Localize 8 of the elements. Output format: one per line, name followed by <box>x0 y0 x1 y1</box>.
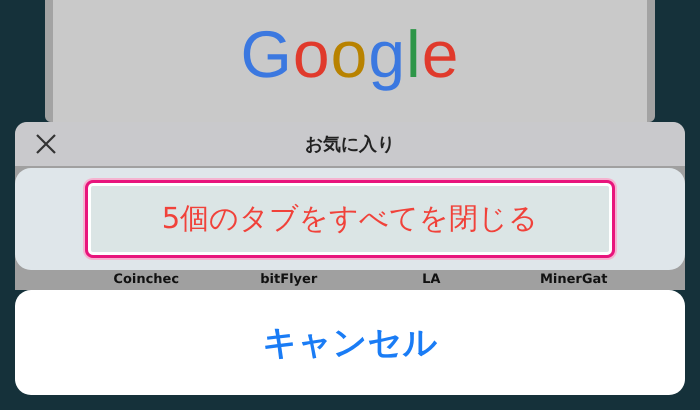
panel-title: お気に入り <box>305 133 395 156</box>
favorite-label[interactable]: MinerGat <box>502 270 645 290</box>
cancel-button[interactable]: キャンセル <box>15 290 685 395</box>
favorite-label[interactable]: LA <box>360 270 502 290</box>
close-icon[interactable] <box>35 133 57 155</box>
favorite-label[interactable]: Coinchec <box>75 270 218 290</box>
google-logo: Google <box>240 16 460 93</box>
favorite-label[interactable]: bitFlyer <box>218 270 360 290</box>
